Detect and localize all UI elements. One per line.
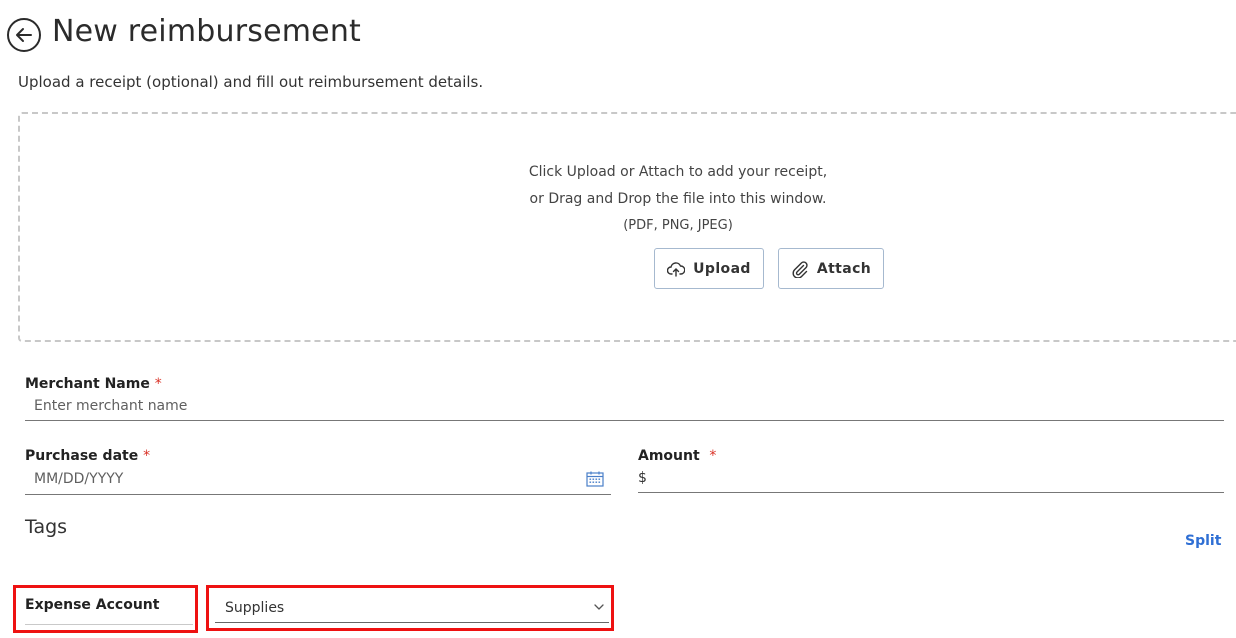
dropzone-instructions-line1: Click Upload or Attach to add your recei…	[528, 164, 828, 180]
chevron-down-icon	[594, 604, 604, 610]
new-reimbursement-page: New reimbursement Upload a receipt (opti…	[0, 0, 1236, 638]
expense-account-selected-value: Supplies	[225, 600, 285, 616]
dropzone-formats: (PDF, PNG, JPEG)	[623, 218, 733, 233]
page-subtitle: Upload a receipt (optional) and fill out…	[18, 73, 484, 91]
required-asterisk: *	[143, 448, 151, 464]
merchant-name-input[interactable]	[25, 398, 1224, 421]
split-link[interactable]: Split	[1185, 533, 1221, 549]
upload-button[interactable]: Upload	[654, 248, 764, 289]
expense-account-label-divider	[25, 624, 193, 625]
purchase-date-label-text: Purchase date	[25, 448, 139, 464]
purchase-date-input[interactable]	[25, 470, 611, 495]
required-asterisk: *	[154, 376, 162, 392]
merchant-name-label-text: Merchant Name	[25, 376, 150, 392]
calendar-button[interactable]	[586, 471, 604, 491]
cloud-upload-icon	[667, 261, 686, 277]
attach-button[interactable]: Attach	[778, 248, 884, 289]
attach-button-label: Attach	[816, 260, 872, 277]
merchant-name-label: Merchant Name *	[25, 376, 162, 392]
tags-heading: Tags	[25, 516, 68, 538]
calendar-icon	[586, 471, 604, 487]
dropzone-instructions-line2: or Drag and Drop the file into this wind…	[529, 191, 827, 207]
paperclip-icon	[792, 260, 808, 278]
expense-account-label: Expense Account	[25, 597, 160, 613]
required-asterisk: *	[709, 448, 717, 464]
receipt-dropzone[interactable]: Click Upload or Attach to add your recei…	[18, 112, 1236, 342]
amount-input[interactable]	[638, 470, 1224, 493]
amount-label: Amount *	[638, 448, 716, 464]
purchase-date-label: Purchase date *	[25, 448, 150, 464]
upload-button-label: Upload	[693, 260, 751, 277]
arrow-left-icon	[16, 28, 32, 42]
expense-account-select[interactable]: Supplies	[215, 597, 609, 623]
amount-label-text: Amount	[638, 448, 700, 464]
back-button[interactable]	[7, 18, 41, 52]
page-title: New reimbursement	[52, 14, 361, 49]
